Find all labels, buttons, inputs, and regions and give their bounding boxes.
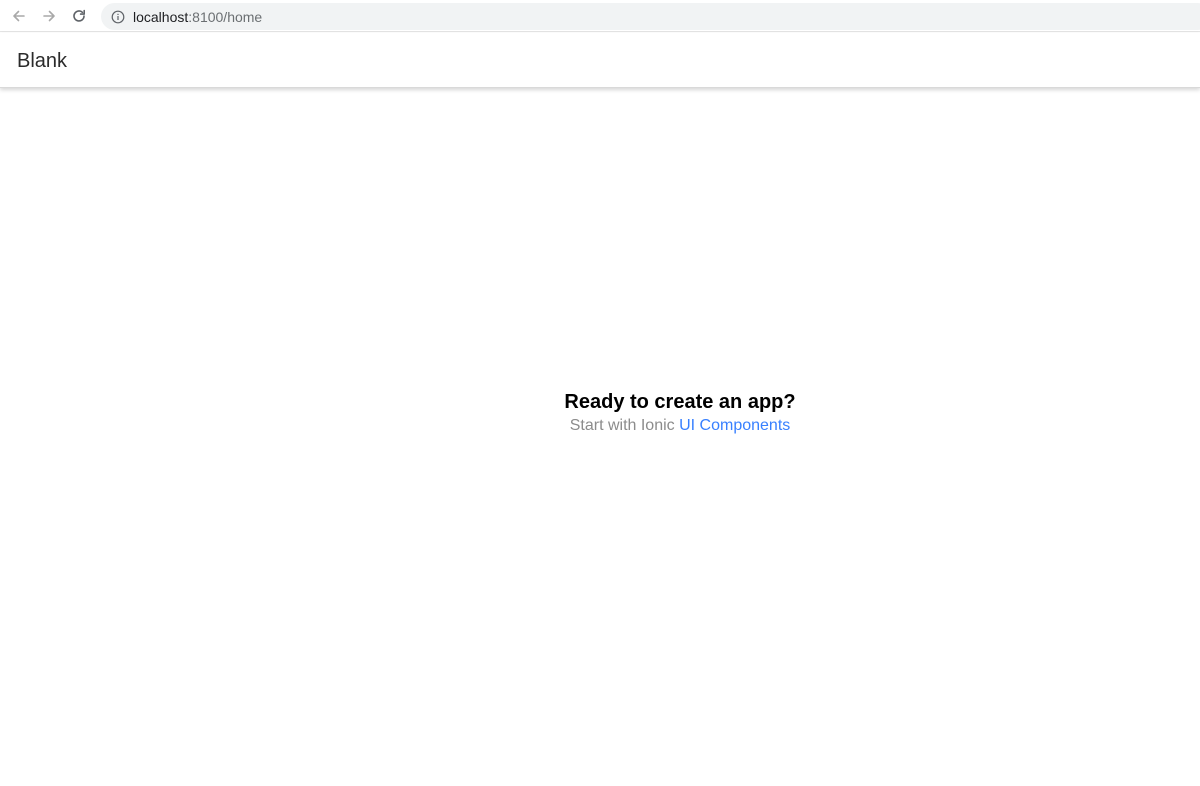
ui-components-link[interactable]: UI Components xyxy=(679,417,790,434)
arrow-right-icon xyxy=(43,10,55,21)
subline-prefix: Start with Ionic xyxy=(569,417,675,434)
browser-toolbar: localhost:8100/home xyxy=(0,0,1200,32)
reload-icon xyxy=(73,9,85,22)
url-text[interactable]: localhost:8100/home xyxy=(133,9,262,25)
back-button[interactable] xyxy=(4,1,34,31)
page-title: Blank xyxy=(17,50,68,72)
subline: Start with Ionic UI Components xyxy=(480,415,880,437)
app-header: Blank xyxy=(0,33,1200,88)
info-icon[interactable] xyxy=(111,10,125,24)
url-host: localhost xyxy=(133,8,189,25)
forward-button[interactable] xyxy=(34,1,64,31)
arrow-left-icon xyxy=(13,10,25,21)
empty-state-container: Ready to create an app? Start with Ionic… xyxy=(480,389,880,437)
headline: Ready to create an app? xyxy=(564,391,796,413)
url-path: :8100/home xyxy=(188,8,263,25)
reload-button[interactable] xyxy=(64,1,94,31)
address-bar[interactable]: localhost:8100/home xyxy=(101,3,1200,30)
main-content: Ready to create an app? Start with Ionic… xyxy=(0,89,1200,786)
